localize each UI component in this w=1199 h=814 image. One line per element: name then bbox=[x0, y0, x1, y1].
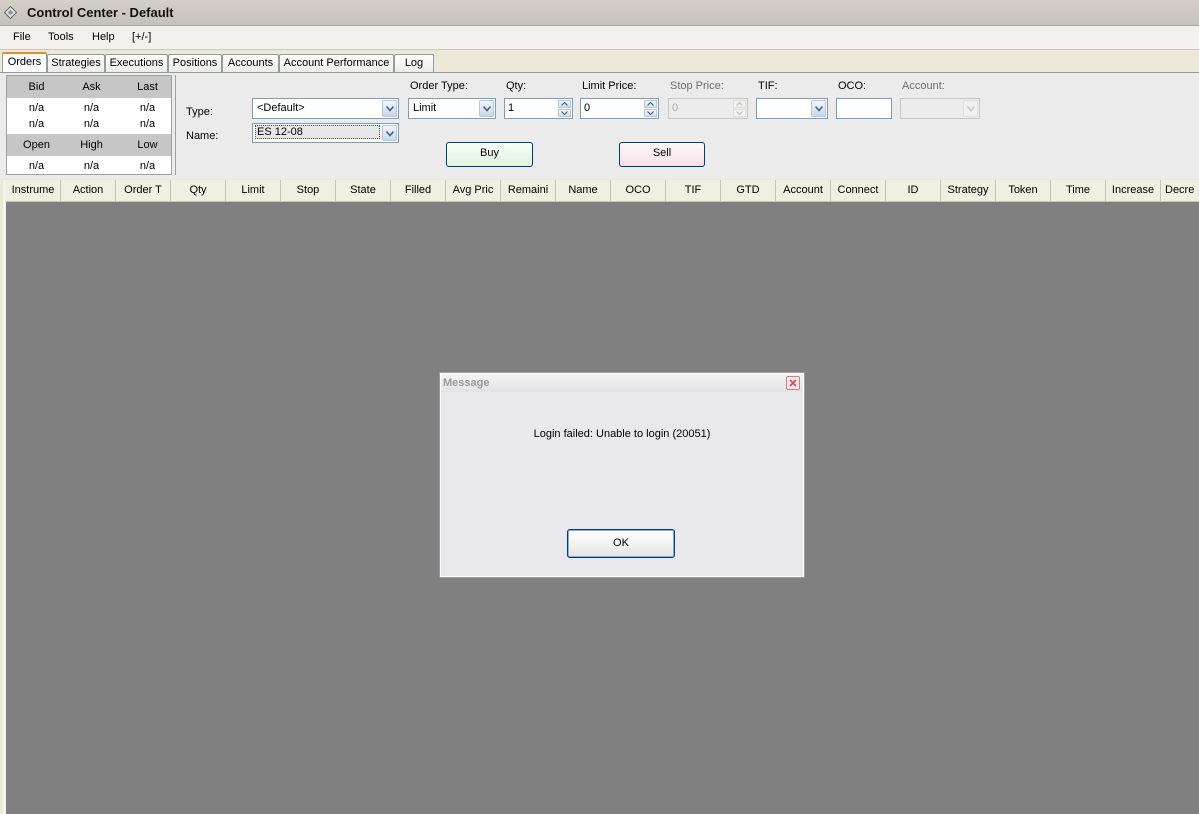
chevron-down-icon bbox=[963, 100, 978, 117]
ask-value: n/a bbox=[83, 102, 100, 114]
last-header: Last bbox=[137, 81, 158, 93]
column-header-action[interactable]: Action bbox=[61, 180, 116, 201]
column-header-gtd[interactable]: GTD bbox=[721, 180, 776, 201]
qty-label: Qty: bbox=[506, 80, 527, 92]
orders-grid-header: Instrume Action Order T Qty Limit Stop S… bbox=[6, 180, 1199, 202]
stop-price-label: Stop Price: bbox=[670, 80, 724, 92]
high-header: High bbox=[80, 139, 103, 151]
buy-button[interactable]: Buy bbox=[446, 142, 533, 167]
chevron-down-icon[interactable] bbox=[382, 125, 397, 141]
quote-row: n/a n/a n/a bbox=[7, 118, 171, 130]
spin-down-icon[interactable] bbox=[644, 109, 657, 117]
ohl-header-row: Open High Low bbox=[7, 134, 171, 156]
column-header-increase[interactable]: Increase bbox=[1106, 180, 1161, 201]
spin-down-icon[interactable] bbox=[558, 109, 571, 117]
instrument-select[interactable]: ES 12-08 bbox=[252, 123, 399, 143]
spin-up-icon[interactable] bbox=[644, 100, 657, 108]
menu-tools[interactable]: Tools bbox=[48, 31, 74, 43]
column-header-decrease[interactable]: Decre bbox=[1161, 180, 1199, 201]
tab-log[interactable]: Log bbox=[394, 54, 434, 73]
tab-positions[interactable]: Positions bbox=[168, 54, 222, 73]
column-header-strategy[interactable]: Strategy bbox=[941, 180, 996, 201]
tif-label: TIF: bbox=[758, 80, 778, 92]
high-value: n/a bbox=[83, 160, 100, 172]
order-type-select[interactable]: Limit bbox=[408, 98, 496, 119]
bid-value-2: n/a bbox=[28, 118, 45, 130]
app-icon bbox=[4, 6, 17, 19]
account-select bbox=[900, 98, 980, 119]
tab-orders[interactable]: Orders bbox=[2, 52, 47, 73]
last-value-2: n/a bbox=[139, 118, 156, 130]
column-header-tif[interactable]: TIF bbox=[666, 180, 721, 201]
spin-up-icon[interactable] bbox=[558, 100, 571, 108]
dialog-title-bar[interactable]: Message bbox=[441, 374, 803, 392]
last-value: n/a bbox=[139, 102, 156, 114]
ask-value-2: n/a bbox=[83, 118, 100, 130]
title-bar: Control Center - Default bbox=[0, 0, 1199, 26]
stop-price-stepper: 0 bbox=[668, 98, 748, 119]
bid-header: Bid bbox=[28, 81, 45, 93]
column-header-name[interactable]: Name bbox=[556, 180, 611, 201]
spin-up-icon bbox=[733, 100, 746, 108]
quote-box: Bid Ask Last n/a n/a n/a n/a n/a n/a Ope… bbox=[6, 75, 172, 175]
quote-row: n/a n/a n/a bbox=[7, 102, 171, 114]
tab-account-performance[interactable]: Account Performance bbox=[279, 54, 394, 73]
menu-file[interactable]: File bbox=[13, 31, 31, 43]
menu-help[interactable]: Help bbox=[92, 31, 115, 43]
column-header-limit[interactable]: Limit bbox=[226, 180, 281, 201]
column-header-instrument[interactable]: Instrume bbox=[6, 180, 61, 201]
type-label: Type: bbox=[186, 106, 213, 118]
close-icon[interactable] bbox=[786, 376, 800, 390]
sell-button[interactable]: Sell bbox=[619, 142, 705, 167]
column-header-connection[interactable]: Connect bbox=[831, 180, 886, 201]
dialog-title: Message bbox=[443, 377, 490, 389]
oco-label: OCO: bbox=[838, 80, 867, 92]
menu-toggle-panel[interactable]: [+/-] bbox=[132, 31, 151, 43]
column-header-avg-price[interactable]: Avg Pric bbox=[446, 180, 501, 201]
column-header-id[interactable]: ID bbox=[886, 180, 941, 201]
order-type-label: Order Type: bbox=[410, 80, 468, 92]
column-header-time[interactable]: Time bbox=[1051, 180, 1106, 201]
open-value: n/a bbox=[28, 160, 45, 172]
limit-price-label: Limit Price: bbox=[582, 80, 637, 92]
chevron-down-icon[interactable] bbox=[811, 100, 826, 117]
chevron-down-icon[interactable] bbox=[479, 100, 494, 117]
menu-bar: File Tools Help [+/-] bbox=[0, 26, 1199, 50]
column-header-state[interactable]: State bbox=[336, 180, 391, 201]
column-header-oco[interactable]: OCO bbox=[611, 180, 666, 201]
open-header: Open bbox=[23, 139, 50, 151]
tab-strategies[interactable]: Strategies bbox=[47, 54, 105, 73]
window-title: Control Center - Default bbox=[27, 5, 174, 20]
column-header-remaining[interactable]: Remaini bbox=[501, 180, 556, 201]
column-header-stop[interactable]: Stop bbox=[281, 180, 336, 201]
chevron-down-icon[interactable] bbox=[382, 100, 397, 117]
low-header: Low bbox=[137, 139, 158, 151]
name-label: Name: bbox=[186, 130, 219, 142]
column-header-account[interactable]: Account bbox=[776, 180, 831, 201]
ask-header: Ask bbox=[82, 81, 101, 93]
message-dialog: Message Login failed: Unable to login (2… bbox=[439, 372, 805, 578]
column-header-token[interactable]: Token bbox=[996, 180, 1051, 201]
type-select[interactable]: <Default> bbox=[252, 98, 399, 119]
low-value: n/a bbox=[139, 160, 156, 172]
oco-input[interactable] bbox=[836, 98, 892, 119]
column-header-qty[interactable]: Qty bbox=[171, 180, 226, 201]
ok-button[interactable]: OK bbox=[567, 529, 675, 558]
limit-price-stepper[interactable]: 0 bbox=[580, 98, 659, 119]
tab-accounts[interactable]: Accounts bbox=[222, 54, 279, 73]
account-label: Account: bbox=[902, 80, 945, 92]
quote-header-row: Bid Ask Last bbox=[7, 76, 171, 98]
column-header-filled[interactable]: Filled bbox=[391, 180, 446, 201]
spin-down-icon bbox=[733, 109, 746, 117]
tab-executions[interactable]: Executions bbox=[105, 54, 168, 73]
tab-strip: Orders Strategies Executions Positions A… bbox=[0, 51, 1199, 73]
order-entry-form: Type: <Default> Name: ES 12-08 Order Typ… bbox=[175, 75, 1197, 175]
column-header-order-type[interactable]: Order T bbox=[116, 180, 171, 201]
dialog-message: Login failed: Unable to login (20051) bbox=[533, 428, 711, 440]
order-entry-panel: Bid Ask Last n/a n/a n/a n/a n/a n/a Ope… bbox=[0, 73, 1199, 179]
ohl-row: n/a n/a n/a bbox=[7, 160, 171, 172]
qty-stepper[interactable]: 1 bbox=[504, 98, 573, 119]
tif-select[interactable] bbox=[756, 98, 828, 119]
bid-value: n/a bbox=[28, 102, 45, 114]
